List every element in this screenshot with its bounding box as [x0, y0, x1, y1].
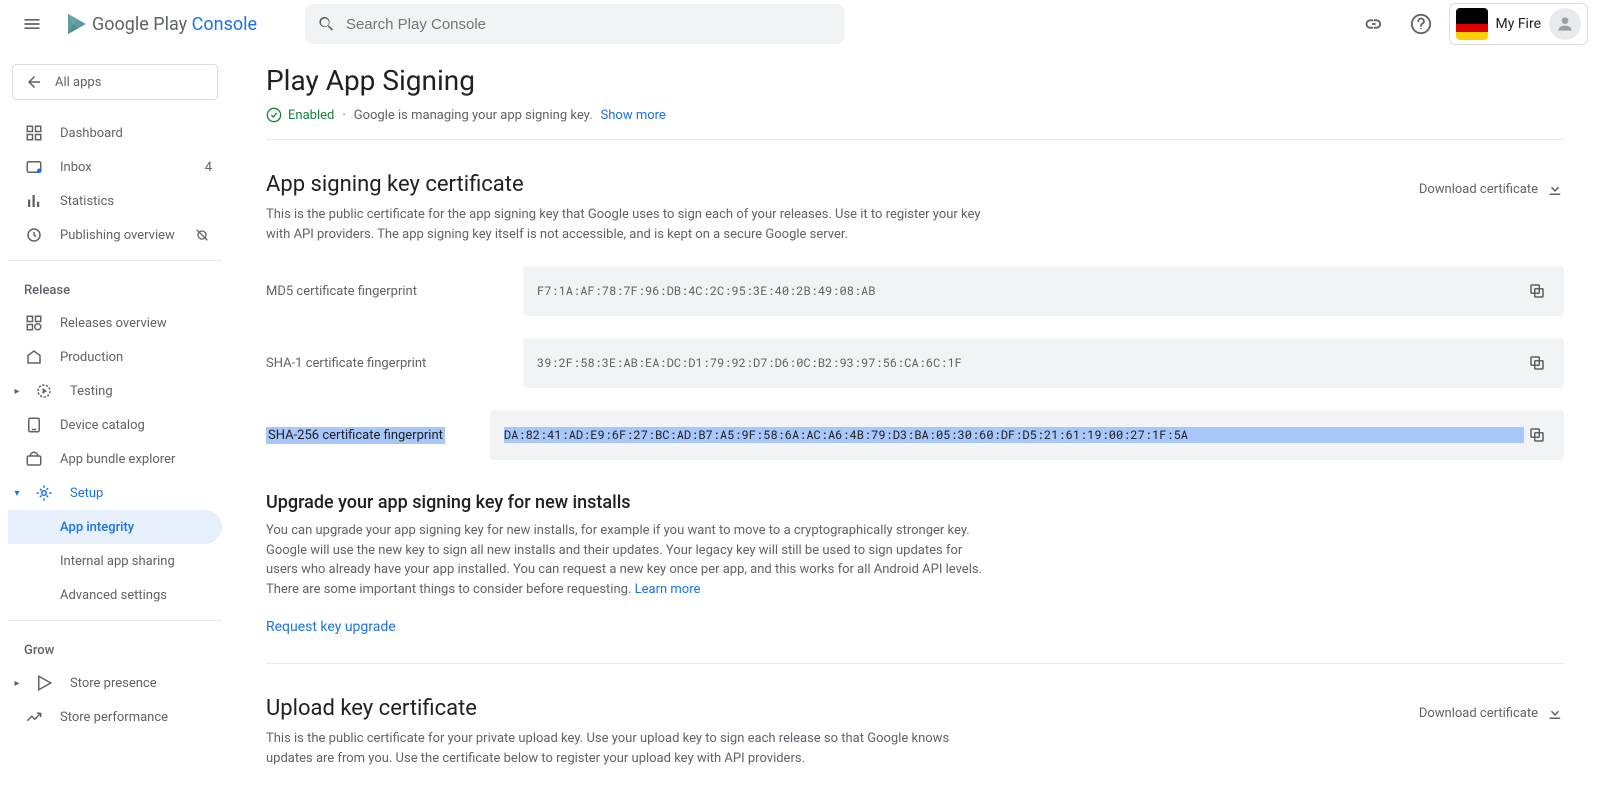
check-circle-icon [266, 107, 282, 123]
chevron-right-icon: ▸ [12, 386, 22, 397]
sidebar-item-testing[interactable]: ▸ Testing [8, 374, 222, 408]
copy-button[interactable] [1524, 422, 1550, 448]
sidebar-item-publishing-overview[interactable]: Publishing overview [8, 218, 222, 252]
fingerprint-value[interactable]: F7:1A:AF:78:7F:96:DB:4C:2C:95:3E:40:2B:4… [537, 283, 1524, 299]
performance-icon [25, 708, 43, 726]
app-signing-key-section: App signing key certificate This is the … [266, 172, 1564, 460]
fingerprint-row-sha1: SHA-1 certificate fingerprint 39:2F:58:3… [266, 338, 1564, 388]
production-icon [25, 348, 43, 366]
search-icon [317, 14, 336, 34]
divider [8, 620, 222, 621]
help-icon [1410, 13, 1432, 35]
menu-button[interactable] [12, 4, 52, 44]
chevron-down-icon: ▾ [12, 488, 22, 499]
fingerprint-label: MD5 certificate fingerprint [266, 284, 511, 299]
main-content: Play App Signing Enabled · Google is man… [230, 48, 1600, 808]
sidebar-item-internal-app-sharing[interactable]: Internal app sharing [8, 544, 222, 578]
sidebar: All apps Dashboard Inbox 4 Statistics Pu… [0, 48, 230, 808]
page-title: Play App Signing [266, 64, 1564, 97]
copy-icon [1528, 354, 1546, 372]
fingerprint-row-md5: MD5 certificate fingerprint F7:1A:AF:78:… [266, 266, 1564, 316]
show-more-link[interactable]: Show more [601, 108, 666, 123]
testing-icon [35, 382, 53, 400]
bundle-icon [25, 450, 43, 468]
sidebar-item-releases-overview[interactable]: Releases overview [8, 306, 222, 340]
download-icon [1546, 704, 1564, 722]
store-icon [35, 674, 53, 692]
fingerprint-label: SHA-256 certificate fingerprint [266, 427, 445, 444]
inbox-badge: 4 [205, 160, 212, 175]
download-icon [1546, 180, 1564, 198]
copy-icon [1528, 282, 1546, 300]
search-box[interactable] [305, 4, 845, 44]
fingerprint-label: SHA-1 certificate fingerprint [266, 356, 511, 371]
fingerprint-value-box: DA:82:41:AD:E9:6F:27:BC:AD:B7:A5:9F:58:6… [490, 410, 1564, 460]
sidebar-item-dashboard[interactable]: Dashboard [8, 116, 222, 150]
devices-icon [25, 416, 43, 434]
user-avatar [1549, 8, 1581, 40]
hamburger-icon [22, 14, 42, 34]
sidebar-item-inbox[interactable]: Inbox 4 [8, 150, 222, 184]
status-row: Enabled · Google is managing your app si… [266, 107, 1564, 140]
sidebar-item-store-presence[interactable]: ▸ Store presence [8, 666, 222, 700]
fingerprint-value[interactable]: 39:2F:58:3E:AB:EA:DC:D1:79:92:D7:D6:0C:B… [537, 355, 1524, 371]
section-desc: This is the public certificate for the a… [266, 205, 986, 244]
upload-key-section: Upload key certificate This is the publi… [266, 696, 1564, 768]
person-icon [1555, 14, 1575, 34]
link-button[interactable] [1353, 4, 1393, 44]
copy-button[interactable] [1524, 278, 1550, 304]
section-desc: You can upgrade your app signing key for… [266, 521, 986, 599]
section-title: Upload key certificate [266, 696, 1419, 721]
logo-text: Google Play Console [92, 14, 257, 35]
sidebar-item-setup[interactable]: ▾ Setup [8, 476, 222, 510]
inbox-icon [25, 158, 43, 176]
section-header-release: Release [8, 269, 222, 306]
sidebar-item-app-integrity[interactable]: App integrity [8, 510, 222, 544]
section-header-grow: Grow [8, 629, 222, 666]
account-name: My Fire [1496, 16, 1542, 32]
back-arrow-icon [25, 73, 43, 91]
top-bar: Google Play Console My Fire [0, 0, 1600, 48]
sidebar-item-advanced-settings[interactable]: Advanced settings [8, 578, 222, 612]
status-enabled: Enabled [266, 107, 334, 123]
section-title: App signing key certificate [266, 172, 1419, 197]
fingerprint-value-box: 39:2F:58:3E:AB:EA:DC:D1:79:92:D7:D6:0C:B… [523, 338, 1564, 388]
fingerprint-value[interactable]: DA:82:41:AD:E9:6F:27:BC:AD:B7:A5:9F:58:6… [504, 427, 1524, 443]
section-desc: This is the public certificate for your … [266, 729, 986, 768]
section-title: Upgrade your app signing key for new ins… [266, 492, 1564, 513]
gps-off-icon [194, 227, 210, 243]
copy-button[interactable] [1524, 350, 1550, 376]
sidebar-item-device-catalog[interactable]: Device catalog [8, 408, 222, 442]
logo[interactable]: Google Play Console [64, 12, 257, 36]
divider [8, 260, 222, 261]
account-avatar [1456, 8, 1488, 40]
chevron-right-icon: ▸ [12, 678, 22, 689]
fingerprint-value-box: F7:1A:AF:78:7F:96:DB:4C:2C:95:3E:40:2B:4… [523, 266, 1564, 316]
top-right: My Fire [1353, 3, 1589, 45]
account-switcher[interactable]: My Fire [1449, 3, 1589, 45]
copy-icon [1528, 426, 1546, 444]
stats-icon [25, 192, 43, 210]
download-certificate-button[interactable]: Download certificate [1419, 704, 1564, 722]
gear-icon [35, 484, 53, 502]
play-console-icon [64, 12, 88, 36]
all-apps-button[interactable]: All apps [12, 64, 218, 100]
sidebar-item-store-performance[interactable]: Store performance [8, 700, 222, 734]
divider [266, 663, 1564, 664]
sidebar-item-statistics[interactable]: Statistics [8, 184, 222, 218]
upgrade-section: Upgrade your app signing key for new ins… [266, 492, 1564, 664]
download-certificate-button[interactable]: Download certificate [1419, 180, 1564, 198]
sidebar-item-app-bundle-explorer[interactable]: App bundle explorer [8, 442, 222, 476]
dashboard-icon [25, 124, 43, 142]
releases-icon [25, 314, 43, 332]
search-input[interactable] [346, 16, 833, 33]
request-key-upgrade-link[interactable]: Request key upgrade [266, 619, 396, 635]
help-button[interactable] [1401, 4, 1441, 44]
publishing-icon [25, 226, 43, 244]
learn-more-link[interactable]: Learn more [635, 582, 701, 597]
link-icon [1362, 13, 1384, 35]
sidebar-item-production[interactable]: Production [8, 340, 222, 374]
fingerprint-row-sha256: SHA-256 certificate fingerprint DA:82:41… [266, 410, 1564, 460]
status-desc: Google is managing your app signing key. [354, 108, 593, 123]
